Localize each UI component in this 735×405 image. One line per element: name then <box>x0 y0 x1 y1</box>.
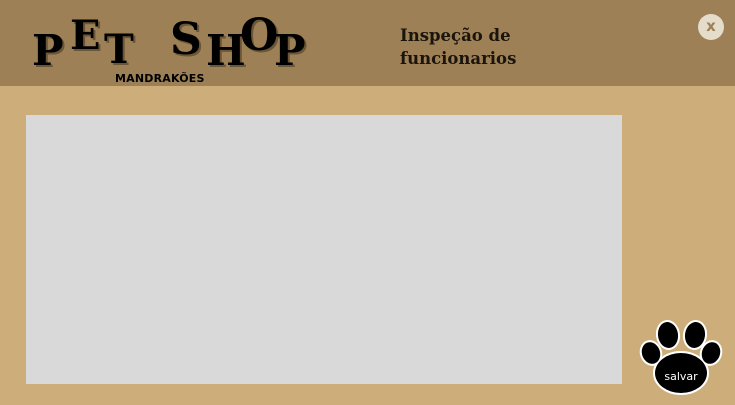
paw-icon <box>639 320 723 395</box>
page-title: Inspeção de funcionarios <box>400 26 517 68</box>
save-button[interactable]: salvar <box>638 318 724 398</box>
logo-letter: P <box>32 26 64 75</box>
logo-letter: O <box>240 10 279 61</box>
header-bar: P E T S H O P MANDRAKÕES Inspeção de fun… <box>0 0 735 86</box>
logo-letter: S <box>170 14 202 65</box>
save-button-label: salvar <box>664 370 698 383</box>
logo-letter: T <box>104 26 134 73</box>
logo-subtitle: MANDRAKÕES <box>115 72 205 85</box>
logo-letter: E <box>70 12 101 59</box>
content-panel <box>26 115 622 384</box>
logo-letter: P <box>274 26 306 75</box>
close-button[interactable]: x <box>698 14 724 40</box>
